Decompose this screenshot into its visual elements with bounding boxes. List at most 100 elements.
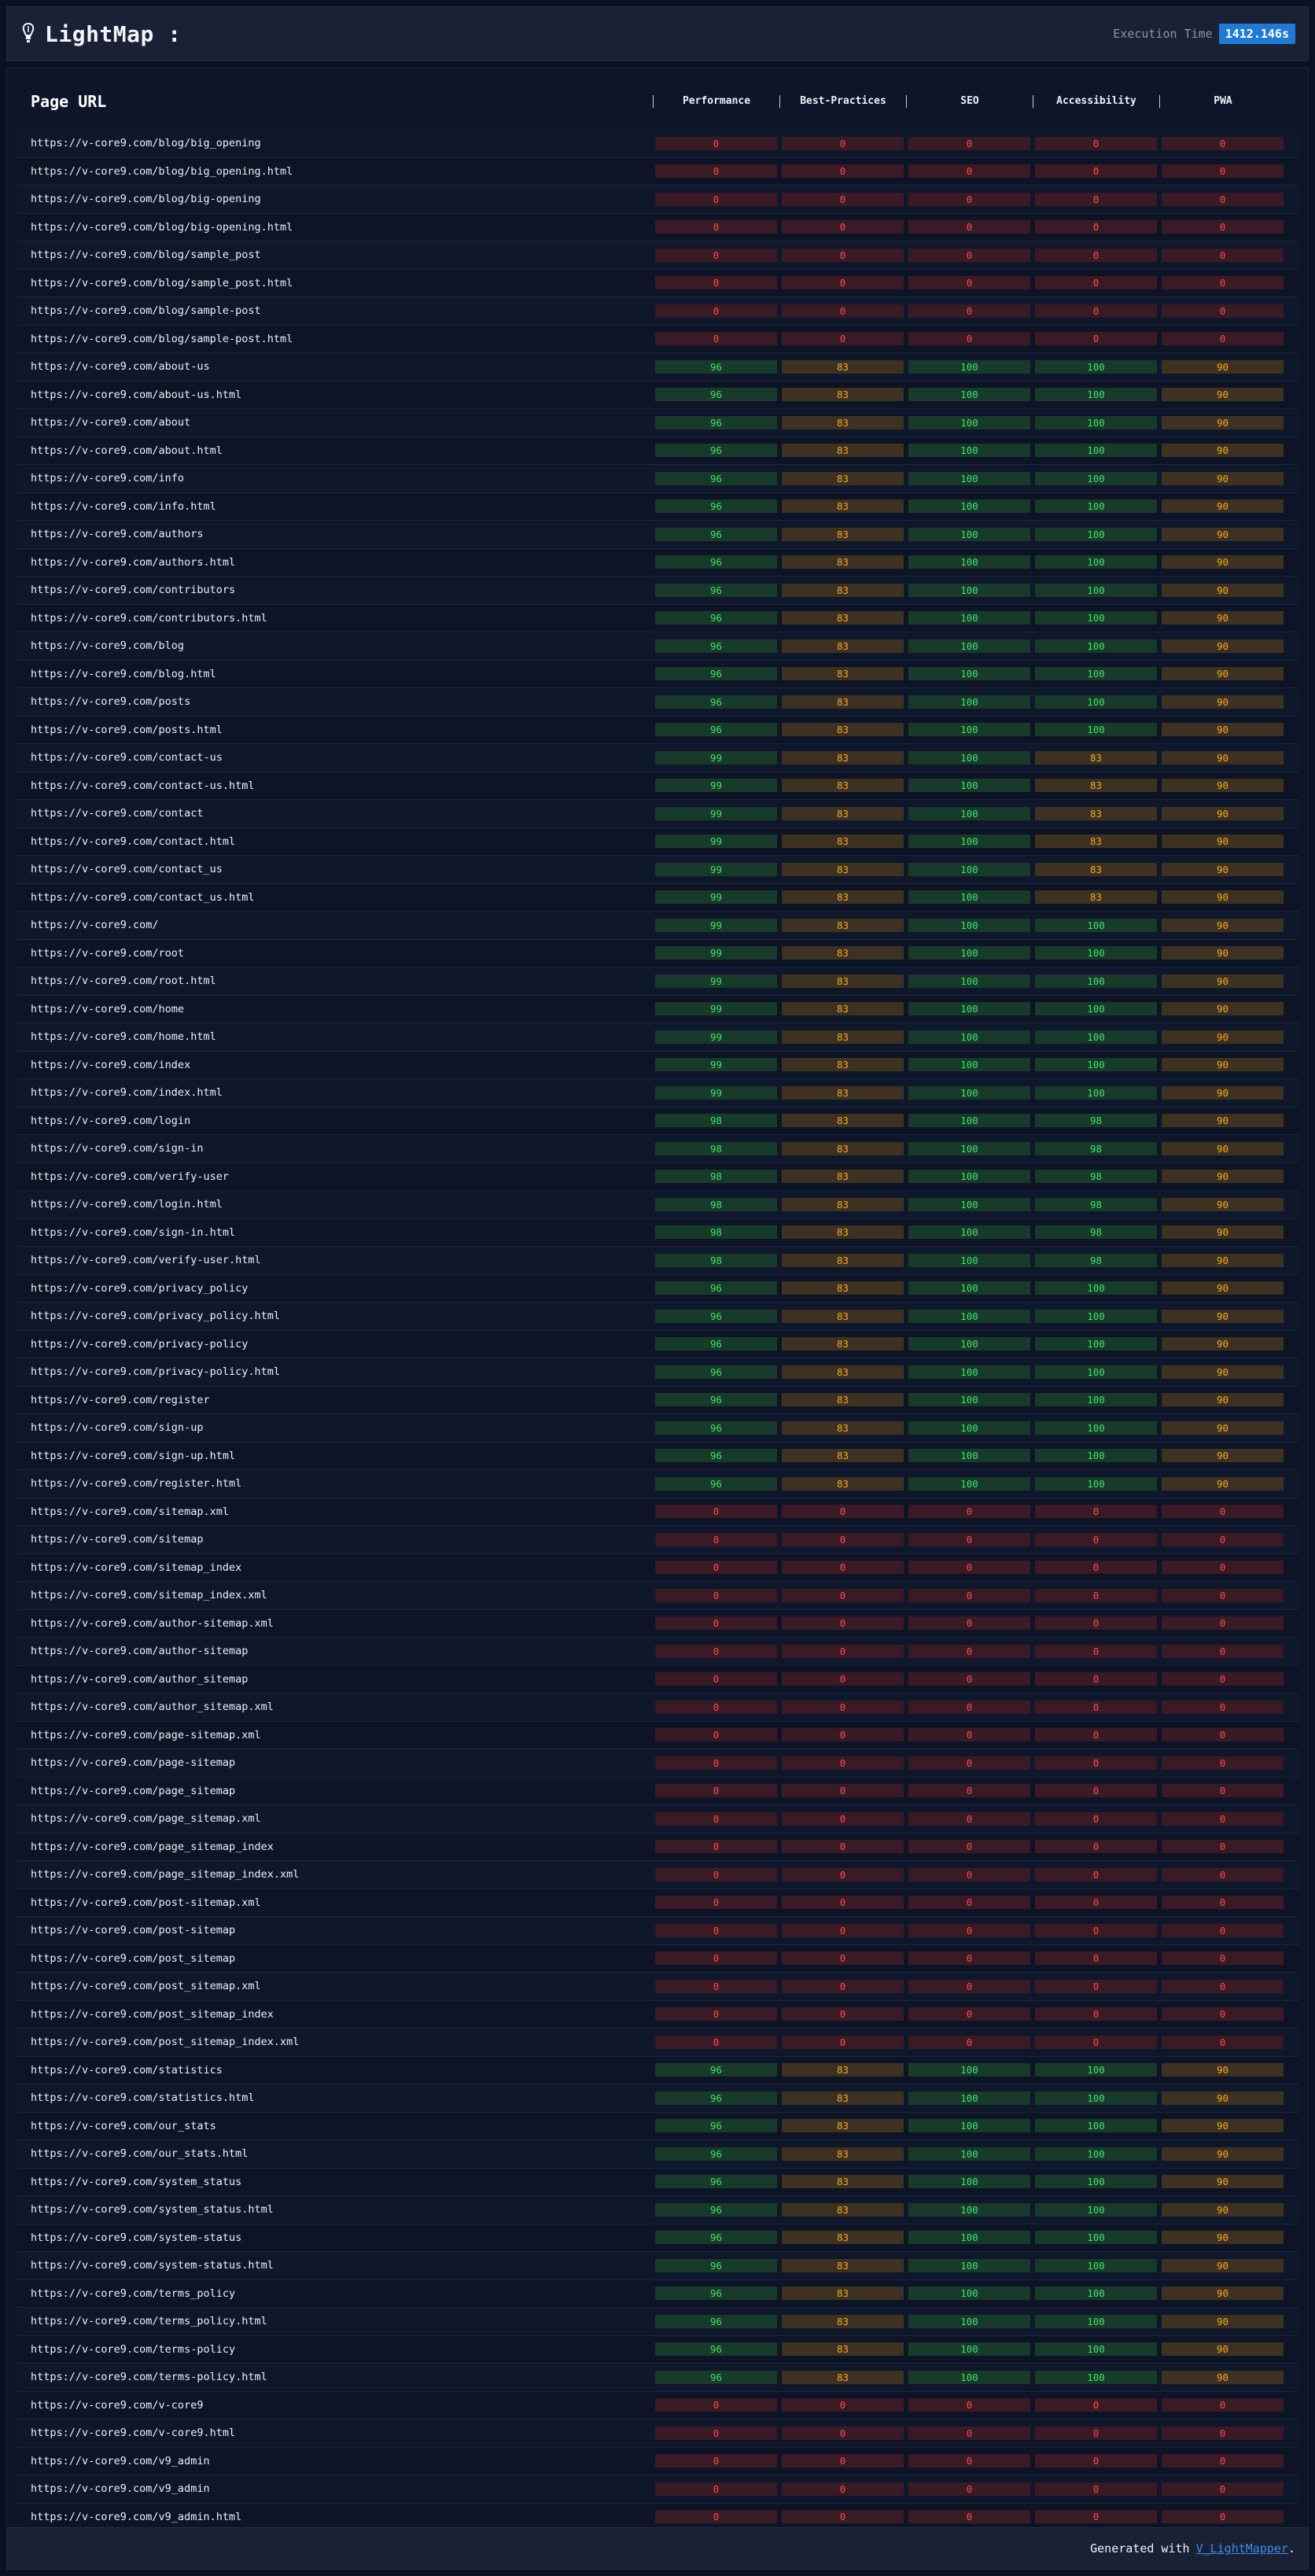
best-practices-score: 0 xyxy=(782,1532,904,1546)
pwa-cell: 90 xyxy=(1159,527,1286,541)
pwa-cell: 90 xyxy=(1159,1365,1286,1379)
best-practices-cell: 83 xyxy=(779,2258,906,2272)
accessibility-score: 0 xyxy=(1035,1756,1157,1770)
seo-score: 100 xyxy=(908,611,1030,625)
seo-score: 100 xyxy=(908,1197,1030,1211)
performance-score: 96 xyxy=(655,1449,777,1463)
performance-cell: 96 xyxy=(653,723,779,737)
performance-cell: 98 xyxy=(653,1197,779,1211)
page-url: https://v-core9.com/contact-us xyxy=(31,751,223,765)
accessibility-score: 100 xyxy=(1035,2258,1157,2272)
footer-link[interactable]: V_LightMapper xyxy=(1196,2541,1288,2556)
page-url: https://v-core9.com/author_sitemap xyxy=(31,1672,249,1686)
accessibility-cell: 0 xyxy=(1033,192,1159,206)
performance-cell: 0 xyxy=(653,1728,779,1742)
accessibility-cell: 100 xyxy=(1033,2342,1159,2357)
performance-cell: 96 xyxy=(653,1449,779,1463)
best-practices-score: 0 xyxy=(782,1644,904,1658)
page-url: https://v-core9.com/privacy-policy.html xyxy=(31,1365,280,1379)
seo-score: 0 xyxy=(908,1505,1030,1519)
performance-cell: 0 xyxy=(653,136,779,150)
performance-score: 96 xyxy=(655,723,777,737)
performance-score: 96 xyxy=(655,2063,777,2077)
performance-score: 0 xyxy=(655,1616,777,1631)
page-url: https://v-core9.com/posts.html xyxy=(31,723,223,736)
performance-cell: 96 xyxy=(653,499,779,514)
performance-score: 99 xyxy=(655,862,777,876)
best-practices-score: 83 xyxy=(782,890,904,905)
pwa-score: 90 xyxy=(1162,779,1284,793)
pwa-score: 90 xyxy=(1162,2119,1284,2133)
pwa-cell: 0 xyxy=(1159,1811,1286,1826)
pwa-cell: 90 xyxy=(1159,890,1286,905)
accessibility-cell: 100 xyxy=(1033,1365,1159,1379)
pwa-cell: 90 xyxy=(1159,1225,1286,1240)
table-row: https://v-core9.com/verify-user 98 83 100 98… xyxy=(17,1163,1298,1191)
pwa-cell: 90 xyxy=(1159,1085,1286,1100)
accessibility-cell: 100 xyxy=(1033,2370,1159,2384)
pwa-cell: 90 xyxy=(1159,862,1286,876)
pwa-score: 90 xyxy=(1162,2314,1284,2328)
seo-cell: 0 xyxy=(906,1951,1033,1966)
pwa-cell: 90 xyxy=(1159,835,1286,849)
seo-score: 100 xyxy=(908,667,1030,681)
page-url: https://v-core9.com/terms-policy xyxy=(31,2342,236,2356)
best-practices-cell: 83 xyxy=(779,946,906,960)
seo-score: 100 xyxy=(908,1114,1030,1128)
table-row: https://v-core9.com/index 99 83 100 100 90 xyxy=(17,1051,1298,1079)
seo-score: 0 xyxy=(908,332,1030,346)
accessibility-cell: 0 xyxy=(1033,1561,1159,1575)
accessibility-cell: 100 xyxy=(1033,1337,1159,1351)
pwa-cell: 90 xyxy=(1159,1030,1286,1044)
performance-score: 96 xyxy=(655,415,777,429)
best-practices-score: 83 xyxy=(782,2202,904,2217)
pwa-score: 90 xyxy=(1162,750,1284,765)
page-url: https://v-core9.com/blog/big_opening.htm… xyxy=(31,164,293,178)
accessibility-score: 0 xyxy=(1035,1505,1157,1519)
performance-score: 96 xyxy=(655,1476,777,1491)
pwa-score: 0 xyxy=(1162,1756,1284,1770)
performance-score: 98 xyxy=(655,1170,777,1184)
table-row: https://v-core9.com/contributors.html 96 8… xyxy=(17,604,1298,632)
pwa-cell: 90 xyxy=(1159,359,1286,374)
accessibility-score: 0 xyxy=(1035,2454,1157,2468)
best-practices-cell: 83 xyxy=(779,583,906,597)
best-practices-score: 0 xyxy=(782,192,904,206)
performance-cell: 99 xyxy=(653,1058,779,1072)
seo-score: 0 xyxy=(908,1867,1030,1881)
table-row: https://v-core9.com/post_sitemap_index 0 0… xyxy=(17,2000,1298,2029)
accessibility-cell: 100 xyxy=(1033,2119,1159,2133)
performance-cell: 96 xyxy=(653,2342,779,2357)
pwa-cell: 90 xyxy=(1159,2370,1286,2384)
accessibility-score: 0 xyxy=(1035,248,1157,262)
seo-cell: 100 xyxy=(906,2342,1033,2357)
pwa-score: 90 xyxy=(1162,1421,1284,1435)
pwa-cell: 0 xyxy=(1159,2454,1286,2468)
performance-cell: 96 xyxy=(653,444,779,458)
performance-cell: 99 xyxy=(653,1002,779,1016)
pwa-cell: 90 xyxy=(1159,2202,1286,2217)
pwa-score: 0 xyxy=(1162,1784,1284,1798)
performance-cell: 0 xyxy=(653,248,779,262)
page-url: https://v-core9.com/page-sitemap.xml xyxy=(31,1728,261,1741)
seo-cell: 0 xyxy=(906,2398,1033,2412)
accessibility-score: 83 xyxy=(1035,862,1157,876)
performance-cell: 96 xyxy=(653,415,779,429)
accessibility-cell: 100 xyxy=(1033,1476,1159,1491)
accessibility-score: 0 xyxy=(1035,136,1157,150)
pwa-cell: 90 xyxy=(1159,471,1286,485)
accessibility-score: 0 xyxy=(1035,1644,1157,1658)
pwa-cell: 90 xyxy=(1159,1476,1286,1491)
seo-score: 100 xyxy=(908,1337,1030,1351)
performance-score: 99 xyxy=(655,779,777,793)
pwa-cell: 90 xyxy=(1159,611,1286,625)
table-row: https://v-core9.com/author_sitemap 0 0 0 0 0 xyxy=(17,1665,1298,1693)
best-practices-cell: 83 xyxy=(779,1337,906,1351)
seo-score: 0 xyxy=(908,2398,1030,2412)
best-practices-score: 83 xyxy=(782,1114,904,1128)
best-practices-score: 83 xyxy=(782,2147,904,2161)
page-url: https://v-core9.com/system-status xyxy=(31,2231,242,2244)
page-url: https://v-core9.com/blog/big-opening.htm… xyxy=(31,220,293,234)
accessibility-cell: 83 xyxy=(1033,779,1159,793)
performance-cell: 96 xyxy=(653,555,779,569)
